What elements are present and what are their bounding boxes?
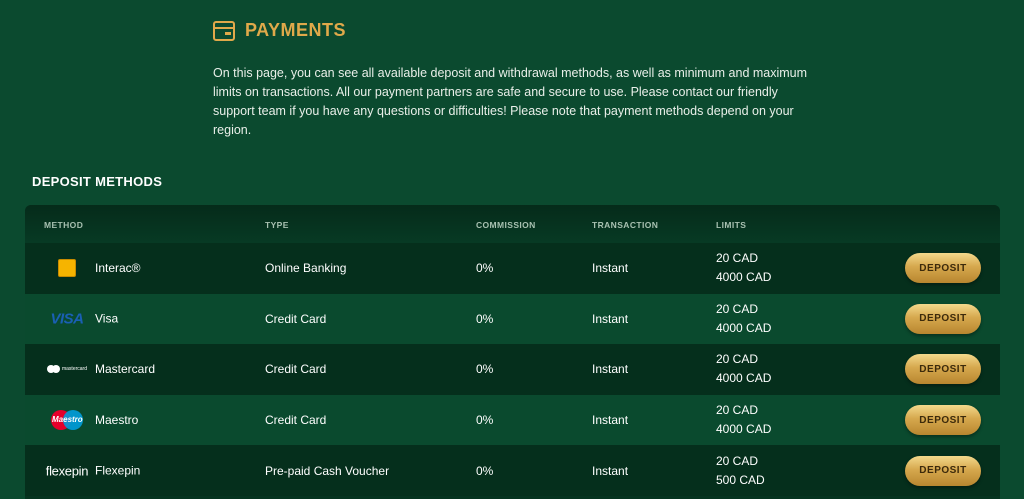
table-row: mastercard Mastercard Credit Card 0% Ins… — [25, 344, 1000, 395]
limit-max: 4000 CAD — [716, 320, 772, 335]
method-cell: mastercard Mastercard — [25, 362, 155, 376]
commission-cell: 0% — [476, 463, 494, 478]
transaction-cell: Instant — [592, 362, 629, 377]
type-cell: Credit Card — [265, 362, 327, 377]
transaction-cell: Instant — [592, 261, 629, 276]
limit-min: 20 CAD — [716, 453, 759, 468]
table-row: flexepin Flexepin Pre-paid Cash Voucher … — [25, 445, 1000, 496]
limit-min: 20 CAD — [716, 352, 759, 367]
method-cell: Maestro Maestro — [25, 410, 139, 431]
transaction-cell: Instant — [592, 413, 629, 428]
limits-cell: 20 CAD 4000 CAD — [716, 401, 771, 439]
transaction-cell: Instant — [592, 311, 629, 326]
section-title: DEPOSIT METHODS — [32, 174, 163, 189]
limit-max: 4000 CAD — [716, 422, 772, 437]
limit-max: 500 CAD — [716, 472, 765, 487]
visa-logo: VISA — [50, 310, 84, 328]
method-name: Flexepin — [95, 463, 141, 478]
deposit-button[interactable]: DEPOSIT — [905, 253, 981, 284]
column-header-transaction: TRANSACTION — [592, 220, 659, 230]
method-name: Maestro — [95, 413, 139, 428]
limit-max: 4000 CAD — [716, 270, 772, 285]
page-title: PAYMENTS — [245, 20, 347, 40]
commission-cell: 0% — [476, 261, 494, 276]
interac-logo — [43, 259, 91, 278]
deposit-button[interactable]: DEPOSIT — [905, 354, 981, 385]
limits-cell: 20 CAD 4000 CAD — [716, 249, 771, 287]
flexepin-logo: flexepin — [45, 463, 89, 479]
table-row: Interac® Online Banking 0% Instant 20 CA… — [25, 243, 1000, 294]
limits-cell: 20 CAD 4000 CAD — [716, 350, 771, 388]
column-header-commission: COMMISSION — [476, 220, 536, 230]
method-name: Mastercard — [95, 362, 156, 377]
type-cell: Pre-paid Cash Voucher — [265, 463, 390, 478]
column-header-method: METHOD — [44, 220, 84, 230]
limit-min: 20 CAD — [716, 301, 759, 316]
type-cell: Credit Card — [265, 311, 327, 326]
deposit-button[interactable]: DEPOSIT — [905, 455, 981, 486]
method-name: Interac® — [95, 261, 141, 276]
method-cell: Interac® — [25, 259, 141, 278]
method-cell: flexepin Flexepin — [25, 463, 141, 479]
deposit-button[interactable]: DEPOSIT — [905, 303, 981, 334]
maestro-logo: Maestro — [43, 410, 91, 431]
page-header: PAYMENTS — [213, 20, 346, 41]
type-cell: Credit Card — [265, 413, 327, 428]
type-cell: Online Banking — [265, 261, 347, 276]
column-header-limits: LIMITS — [716, 220, 747, 230]
limit-min: 20 CAD — [716, 251, 759, 266]
deposit-methods-table: METHOD TYPE COMMISSION TRANSACTION LIMIT… — [25, 205, 1000, 499]
deposit-button[interactable]: DEPOSIT — [905, 405, 981, 436]
table-row: Maestro Maestro Credit Card 0% Instant 2… — [25, 394, 1000, 446]
intro-text: On this page, you can see all available … — [213, 66, 808, 137]
method-name: Visa — [95, 311, 119, 326]
mastercard-logo: mastercard — [43, 365, 91, 374]
transaction-cell: Instant — [592, 463, 629, 478]
table-header: METHOD TYPE COMMISSION TRANSACTION LIMIT… — [25, 205, 1000, 243]
column-header-type: TYPE — [265, 220, 289, 230]
method-cell: VISA Visa — [25, 310, 118, 327]
wallet-icon — [213, 20, 235, 41]
commission-cell: 0% — [476, 362, 494, 377]
commission-cell: 0% — [476, 413, 494, 428]
limit-min: 20 CAD — [716, 403, 759, 418]
commission-cell: 0% — [476, 311, 494, 326]
limit-max: 4000 CAD — [716, 371, 772, 386]
table-row: VISA Visa Credit Card 0% Instant 20 CAD … — [25, 293, 1000, 345]
limits-cell: 20 CAD 4000 CAD — [716, 300, 771, 338]
limits-cell: 20 CAD 500 CAD — [716, 452, 765, 490]
